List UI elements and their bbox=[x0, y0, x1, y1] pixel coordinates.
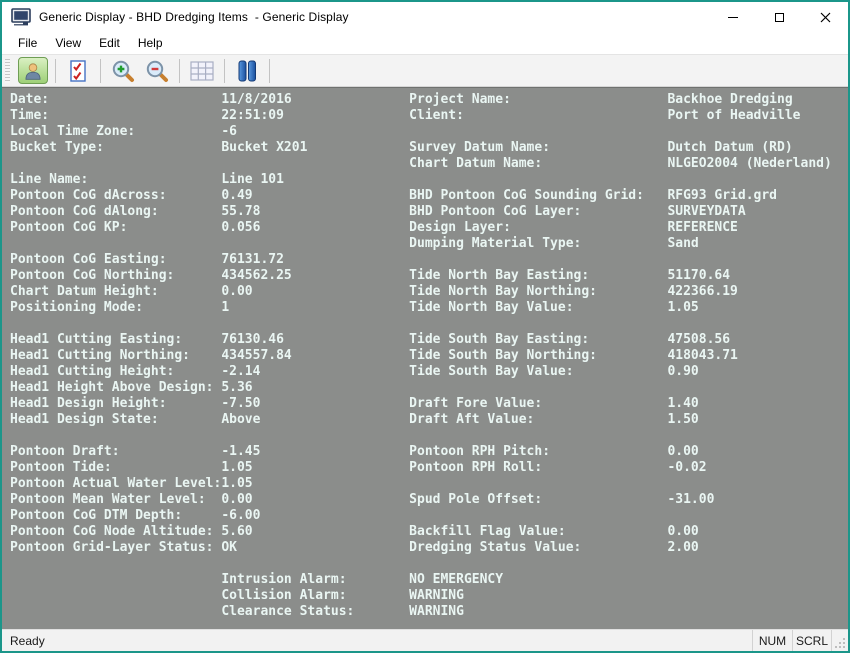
zoom-out-button[interactable] bbox=[142, 57, 172, 84]
scroll-lock-indicator: SCRL bbox=[792, 630, 832, 651]
toolbar-separator bbox=[269, 59, 270, 83]
toolbar-separator bbox=[55, 59, 56, 83]
checklist-button[interactable] bbox=[63, 57, 93, 84]
minimize-icon bbox=[728, 17, 738, 18]
toolbar-gripper[interactable] bbox=[5, 59, 10, 83]
menu-file[interactable]: File bbox=[10, 34, 45, 52]
zoom-out-icon bbox=[145, 59, 169, 83]
resize-grip[interactable] bbox=[832, 630, 848, 651]
minimize-button[interactable] bbox=[710, 2, 756, 32]
toolbar-separator bbox=[100, 59, 101, 83]
pause-button[interactable] bbox=[232, 57, 262, 84]
status-bar: Ready NUM SCRL bbox=[2, 629, 848, 651]
user-button[interactable] bbox=[18, 57, 48, 84]
zoom-in-icon bbox=[111, 59, 135, 83]
zoom-in-button[interactable] bbox=[108, 57, 138, 84]
menu-edit[interactable]: Edit bbox=[91, 34, 128, 52]
window-controls bbox=[710, 2, 848, 32]
toolbar-separator bbox=[224, 59, 225, 83]
close-icon bbox=[820, 12, 831, 23]
checklist-icon bbox=[68, 60, 88, 82]
window-title: Generic Display - BHD Dredging Items - G… bbox=[39, 10, 349, 24]
toolbar bbox=[2, 54, 848, 87]
grid-button[interactable] bbox=[187, 57, 217, 84]
close-button[interactable] bbox=[802, 2, 848, 32]
monitor-icon bbox=[11, 8, 31, 26]
status-indicators: NUM SCRL bbox=[752, 630, 848, 651]
user-icon bbox=[23, 61, 43, 81]
display-text: Date: 11/8/2016 Project Name: Backhoe Dr… bbox=[2, 88, 848, 620]
toolbar-separator bbox=[179, 59, 180, 83]
num-lock-indicator: NUM bbox=[752, 630, 792, 651]
app-icon bbox=[11, 8, 31, 26]
menu-view[interactable]: View bbox=[47, 34, 89, 52]
status-message: Ready bbox=[10, 634, 45, 648]
maximize-button[interactable] bbox=[756, 2, 802, 32]
resize-grip-icon bbox=[834, 637, 846, 649]
app-window: Generic Display - BHD Dredging Items - G… bbox=[0, 0, 850, 653]
grid-icon bbox=[190, 61, 214, 81]
menu-help[interactable]: Help bbox=[130, 34, 171, 52]
menu-bar: File View Edit Help bbox=[2, 32, 848, 54]
pause-icon bbox=[236, 60, 258, 82]
display-area: Date: 11/8/2016 Project Name: Backhoe Dr… bbox=[2, 87, 848, 629]
maximize-icon bbox=[775, 13, 784, 22]
title-bar[interactable]: Generic Display - BHD Dredging Items - G… bbox=[2, 2, 848, 32]
